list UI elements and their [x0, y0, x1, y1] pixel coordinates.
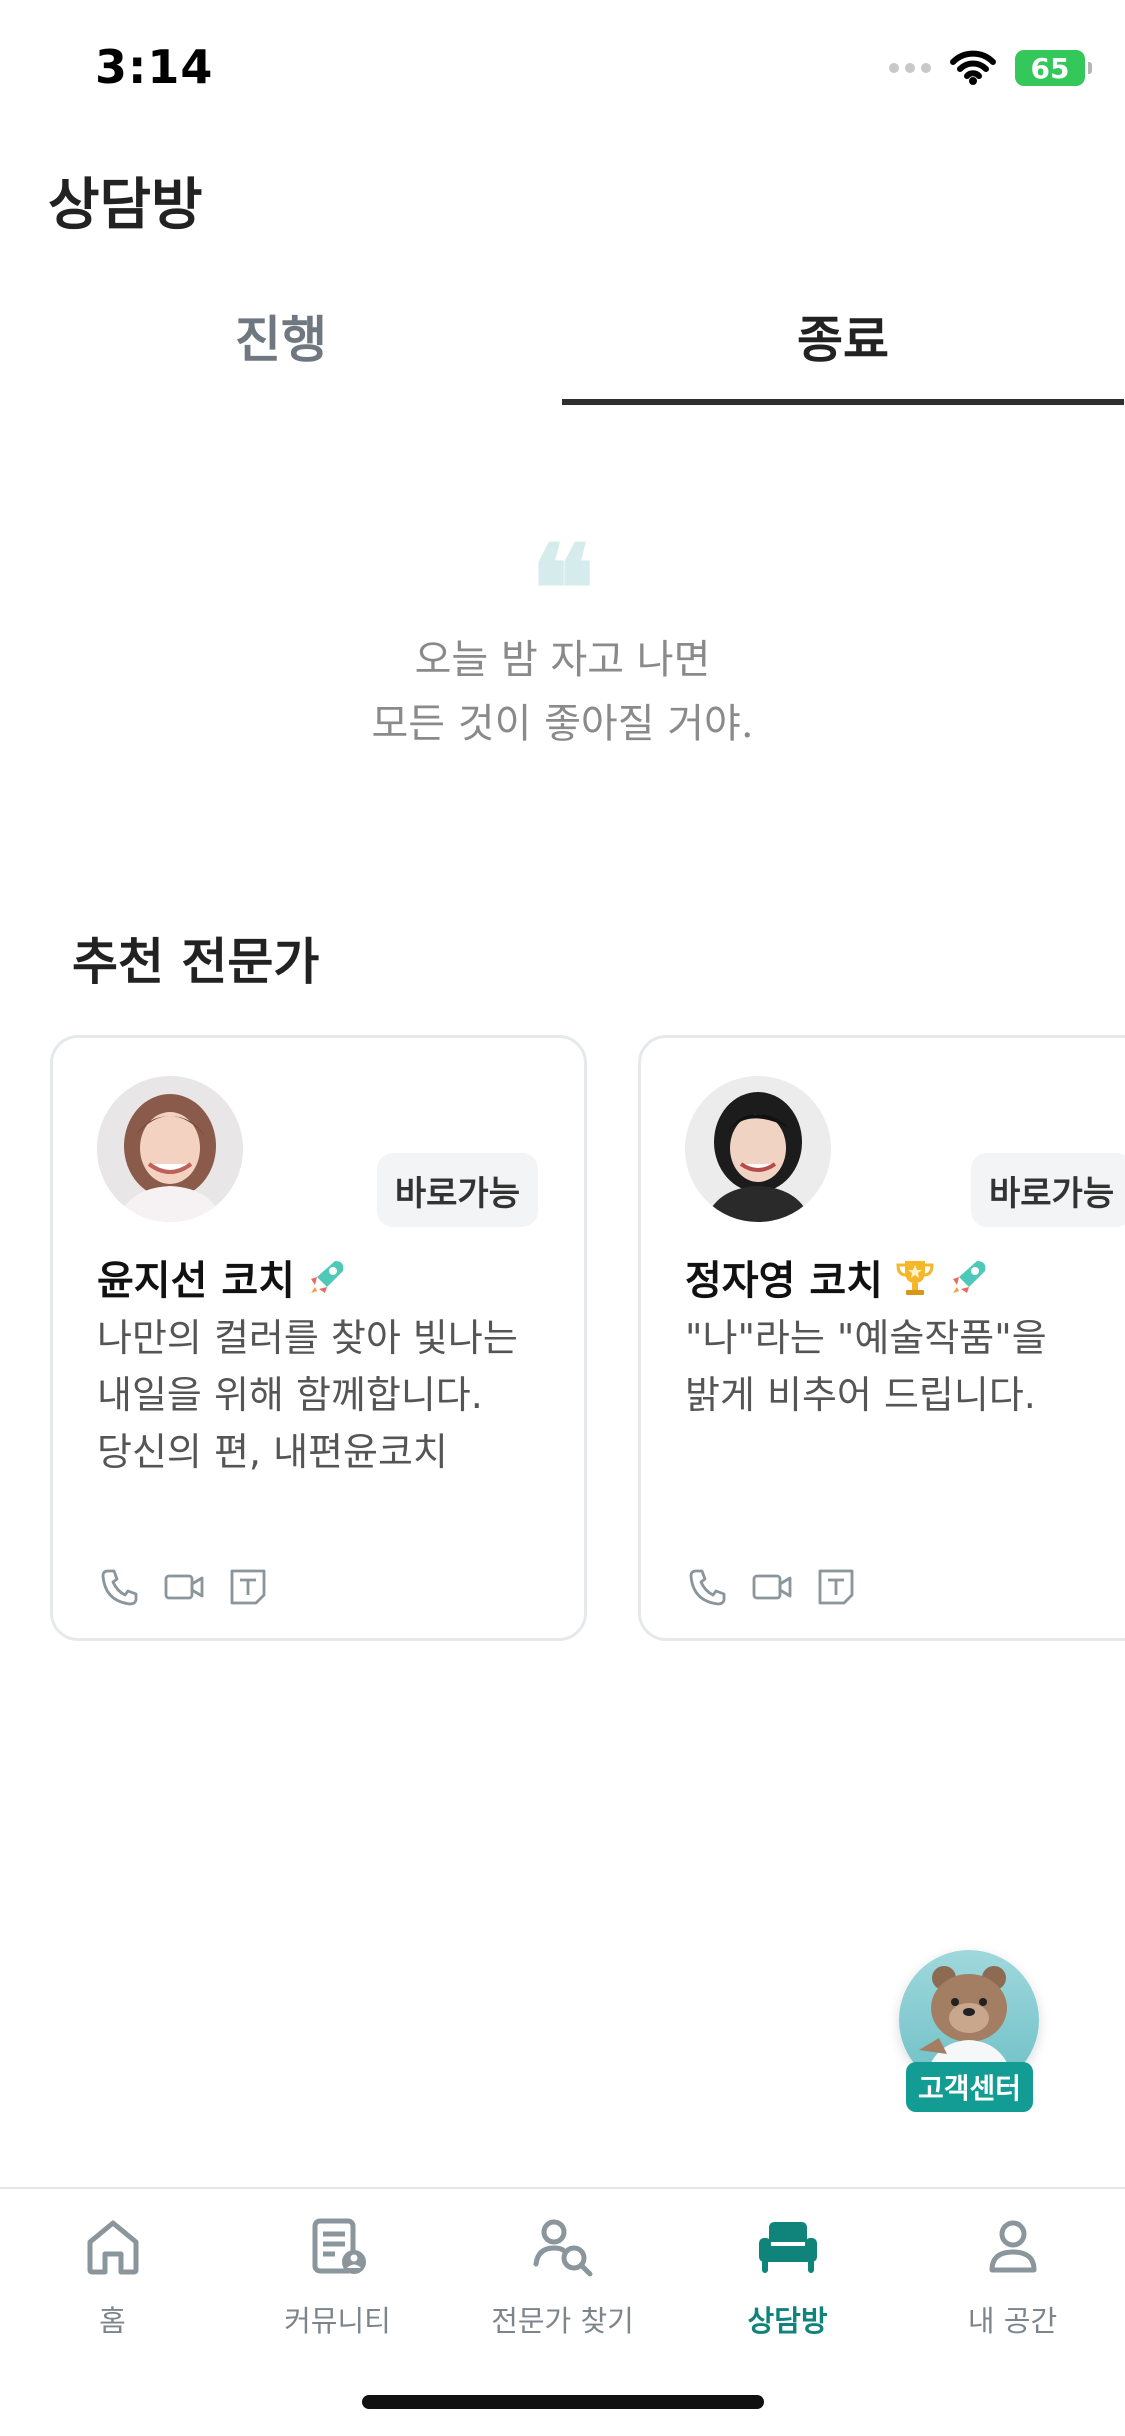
phone-icon: [101, 1569, 138, 1606]
nav-label: 홈: [99, 2304, 126, 2338]
text-chat-icon: [818, 1569, 854, 1605]
expert-card[interactable]: 바로가능 윤지선 코치 나만의 컬러를 찾아 빛나는 내일을 위해 함께합니다.…: [50, 1035, 587, 1641]
expert-card[interactable]: 바로가능 정자영 코치 "나"라는 "예술작품"을 밝게 비추어 드립니다.: [638, 1035, 1125, 1641]
coach-description-line: "나"라는 "예술작품"을: [685, 1316, 1047, 1360]
counseling-room-icon: [758, 2222, 817, 2273]
status-indicators: 65: [889, 48, 1092, 88]
nav-label: 전문가 찾기: [491, 2304, 634, 2338]
find-expert-icon: [533, 2219, 592, 2277]
coach-name-row: 윤지선 코치: [97, 1248, 349, 1306]
quote-mark-icon: ❝: [530, 519, 595, 660]
video-call-icon: [164, 1574, 204, 1600]
nav-label: 커뮤니티: [284, 2304, 391, 2338]
status-bar: 3:14 65: [0, 0, 1125, 135]
coach-name: 윤지선 코치: [97, 1258, 295, 1304]
nav-item-my-space[interactable]: 내 공간: [900, 2189, 1125, 2436]
coach-description: 나만의 컬러를 찾아 빛나는 내일을 위해 함께합니다. 당신의 편, 내편윤코…: [97, 1310, 557, 1481]
tab-in-progress[interactable]: 진행: [0, 280, 562, 405]
rocket-icon: [952, 1261, 986, 1293]
coach-name-row: 정자영 코치: [685, 1248, 991, 1306]
nav-item-home[interactable]: 홈: [0, 2189, 225, 2436]
coach-description: "나"라는 "예술작품"을 밝게 비추어 드립니다.: [685, 1310, 1125, 1424]
nav-label: 내 공간: [967, 2304, 1058, 2338]
coach-description-line: 밝게 비추어 드립니다.: [685, 1373, 1036, 1417]
customer-center-label: 고객센터: [906, 2062, 1034, 2112]
quote-line-2: 모든 것이 좋아질 거야.: [371, 701, 754, 747]
page-title: 상담방: [48, 173, 203, 238]
rocket-icon: [310, 1261, 344, 1293]
battery-level: 65: [1030, 51, 1070, 85]
nav-label: 상담방: [747, 2304, 828, 2338]
tab-bar: 진행 종료: [0, 280, 1125, 405]
expert-carousel[interactable]: 바로가능 윤지선 코치 나만의 컬러를 찾아 빛나는 내일을 위해 함께합니다.…: [50, 1035, 1125, 1645]
profile-icon: [989, 2220, 1036, 2273]
battery-indicator: 65: [1015, 50, 1092, 86]
quote-line-1: 오늘 밤 자고 나면: [414, 637, 711, 683]
text-chat-icon: [230, 1569, 266, 1605]
status-time: 3:14: [95, 40, 214, 94]
coach-description-line: 당신의 편, 내편윤코치: [97, 1430, 448, 1474]
avatar: [97, 1076, 243, 1222]
tab-ended[interactable]: 종료: [562, 280, 1124, 405]
home-icon: [87, 2220, 138, 2275]
empty-state-quote: 오늘 밤 자고 나면 모든 것이 좋아질 거야.: [0, 628, 1125, 756]
avatar: [685, 1076, 831, 1222]
video-call-icon: [752, 1574, 792, 1600]
coach-name: 정자영 코치: [685, 1258, 883, 1304]
consultation-methods: [687, 1566, 857, 1608]
availability-badge: 바로가능: [971, 1153, 1125, 1227]
coach-description-line: 내일을 위해 함께합니다.: [97, 1373, 483, 1417]
cellular-signal-icon: [889, 63, 931, 73]
consultation-methods: [99, 1566, 269, 1608]
home-indicator[interactable]: [362, 2395, 764, 2409]
customer-center-button[interactable]: 고객센터: [896, 1950, 1042, 2112]
coach-description-line: 나만의 컬러를 찾아 빛나는: [97, 1316, 518, 1360]
community-icon: [312, 2218, 366, 2274]
section-title-recommended: 추천 전문가: [72, 933, 320, 991]
phone-icon: [689, 1569, 726, 1606]
availability-badge: 바로가능: [376, 1153, 538, 1227]
trophy-icon: [896, 1261, 934, 1295]
wifi-icon: [950, 50, 996, 85]
